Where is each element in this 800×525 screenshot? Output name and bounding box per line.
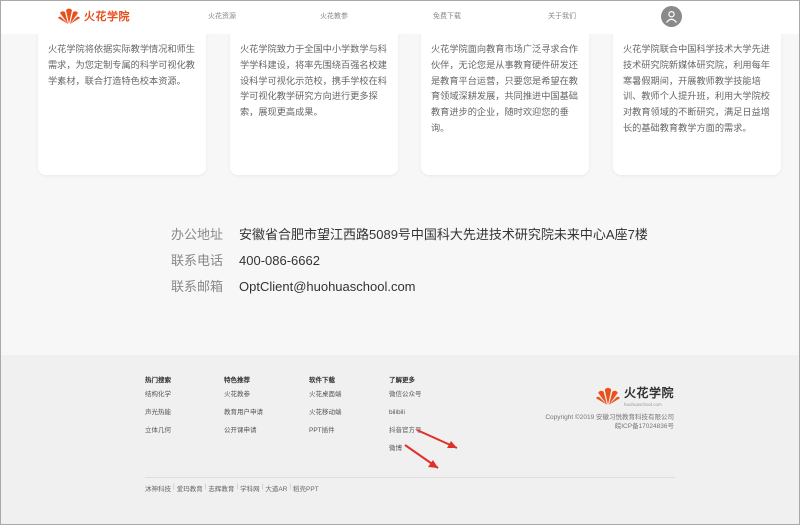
nav-item-teaching[interactable]: 火花教参 bbox=[320, 11, 348, 21]
phone-value: 400-086-6662 bbox=[239, 253, 320, 268]
contact-section: 办公地址 安徽省合肥市望江西路5089号中国科大先进技术研究院未来中心A座7楼 … bbox=[0, 200, 800, 355]
footer-column-title: 热门搜索 bbox=[145, 377, 171, 384]
footer-link[interactable]: 结构化学 bbox=[145, 391, 171, 409]
friend-link[interactable]: 学科网 bbox=[240, 483, 260, 493]
flame-logo-icon bbox=[58, 8, 80, 24]
footer-column-downloads: 软件下载 火花桌面端 火花移动端 PPT插件 bbox=[309, 374, 342, 445]
phone-label: 联系电话 bbox=[171, 253, 224, 268]
address-value: 安徽省合肥市望江西路5089号中国科大先进技术研究院未来中心A座7楼 bbox=[239, 227, 648, 242]
service-card: 火花学院联合中国科学技术大学先进技术研究院新媒体研究院，利用每年寒暑假期间，开展… bbox=[613, 20, 781, 175]
footer-brand-name: 火花学院 bbox=[624, 386, 675, 400]
header-brand-name: 火花学院 bbox=[84, 11, 130, 23]
nav-item-download[interactable]: 免费下载 bbox=[433, 11, 461, 21]
friend-link[interactable]: 志辉教育 bbox=[208, 483, 234, 493]
user-icon bbox=[666, 10, 677, 23]
footer-column-hot-search: 热门搜索 结构化学 声光热能 立体几何 bbox=[145, 374, 171, 445]
footer-link[interactable]: 火花移动端 bbox=[309, 409, 342, 427]
header-logo[interactable]: 火花学院 bbox=[58, 7, 130, 25]
service-card: 火花学院面向教育市场广泛寻求合作伙伴，无论您是从事教育硬件研发还是教育平台运营，… bbox=[421, 20, 589, 175]
footer-link[interactable]: 声光热能 bbox=[145, 409, 171, 427]
email-label: 联系邮箱 bbox=[171, 279, 224, 294]
card-text: 火花学院联合中国科学技术大学先进技术研究院新媒体研究院，利用每年寒暑假期间，开展… bbox=[623, 44, 770, 133]
nav-item-resources[interactable]: 火花资源 bbox=[208, 11, 236, 21]
service-card: 火花学院将依据实际教学情况和师生需求，为您定制专属的科学可视化教学素材，联合打造… bbox=[38, 20, 206, 175]
service-card: 火花学院致力于全国中小学数学与科学学科建设，将率先围绕百强名校建设科学可视化示范… bbox=[230, 20, 398, 175]
icp-number[interactable]: 皖ICP备17024836号 bbox=[545, 422, 674, 431]
user-avatar[interactable] bbox=[661, 6, 682, 27]
card-text: 火花学院致力于全国中小学数学与科学学科建设，将率先围绕百强名校建设科学可视化示范… bbox=[240, 44, 387, 118]
top-header: 火花学院 火花资源 火花教参 免费下载 关于我们 bbox=[0, 0, 800, 34]
footer-link[interactable]: 教育用户申请 bbox=[224, 409, 263, 427]
address-label: 办公地址 bbox=[171, 227, 224, 242]
email-value[interactable]: OptClient@huohuaschool.com bbox=[239, 279, 416, 294]
footer-link[interactable]: 公开课申请 bbox=[224, 427, 263, 445]
flame-logo-icon bbox=[596, 387, 620, 405]
nav-item-about[interactable]: 关于我们 bbox=[548, 11, 576, 21]
footer-column-title: 软件下载 bbox=[309, 377, 335, 384]
footer-link[interactable]: 立体几何 bbox=[145, 427, 171, 445]
footer-column-featured: 特色推荐 火花教参 教育用户申请 公开课申请 bbox=[224, 374, 263, 445]
footer-logo[interactable]: 火花学院 huohuaschool.com bbox=[596, 384, 674, 407]
footer-link-wechat[interactable]: 微信公众号 bbox=[389, 391, 422, 409]
friend-link[interactable]: 沐神科技 bbox=[145, 483, 171, 493]
card-text: 火花学院将依据实际教学情况和师生需求，为您定制专属的科学可视化教学素材，联合打造… bbox=[48, 44, 195, 86]
friend-links: 沐神科技 | 爱玛教育 | 志辉教育 | 学科网 | 大道AR | 稻壳PPT bbox=[145, 483, 319, 493]
contact-address-row: 办公地址 安徽省合肥市望江西路5089号中国科大先进技术研究院未来中心A座7楼 bbox=[171, 224, 648, 243]
friend-link[interactable]: 大道AR bbox=[265, 483, 287, 493]
footer-brand-domain: huohuaschool.com bbox=[624, 402, 662, 407]
copyright-text: Copyright ©2019 安徽习悦教育科技有限公司 bbox=[545, 414, 674, 421]
card-text: 火花学院面向教育市场广泛寻求合作伙伴，无论您是从事教育硬件研发还是教育平台运营，… bbox=[431, 44, 578, 133]
contact-email-row: 联系邮箱 OptClient@huohuaschool.com bbox=[171, 276, 416, 295]
copyright-block: Copyright ©2019 安徽习悦教育科技有限公司 皖ICP备170248… bbox=[545, 413, 674, 431]
contact-phone-row: 联系电话 400-086-6662 bbox=[171, 250, 320, 269]
footer-column-title: 了解更多 bbox=[389, 377, 415, 384]
footer-link[interactable]: 火花教参 bbox=[224, 391, 263, 409]
friend-link[interactable]: 爱玛教育 bbox=[177, 483, 203, 493]
footer-link[interactable]: PPT插件 bbox=[309, 427, 342, 445]
footer-column-title: 特色推荐 bbox=[224, 377, 250, 384]
annotation-arrow-icon bbox=[404, 444, 439, 469]
friend-link[interactable]: 稻壳PPT bbox=[293, 483, 319, 493]
footer-link[interactable]: 火花桌面端 bbox=[309, 391, 342, 409]
